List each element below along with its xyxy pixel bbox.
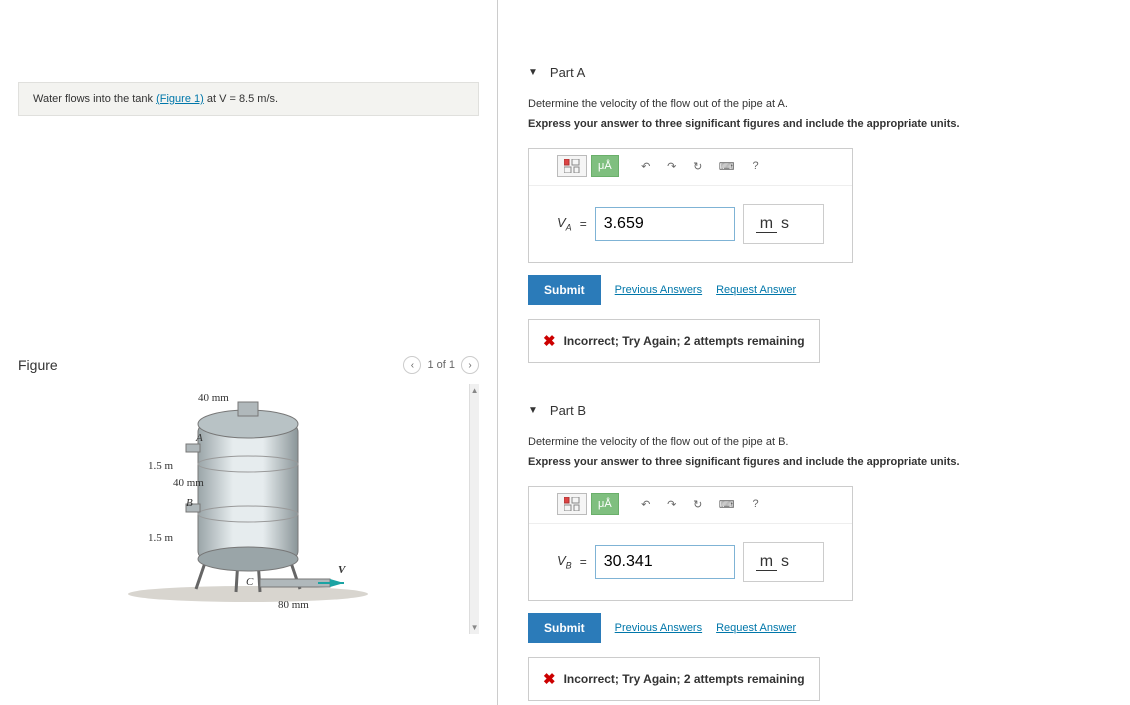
figure-image: 40 mm A 1.5 m 40 mm B 1.5 m C V 80 mm <box>18 384 469 634</box>
label-top-pipe: 40 mm <box>198 392 229 404</box>
label-C: C <box>246 576 253 588</box>
part-b-var-label: VB <box>557 553 572 571</box>
redo-icon[interactable]: ↷ <box>661 155 683 177</box>
part-b-submit-button[interactable]: Submit <box>528 613 601 643</box>
part-a-answer-block: μÅ ↶ ↷ ↻ ⌨ ? VA = ms <box>528 148 853 263</box>
keyboard-icon[interactable]: ⌨ <box>713 493 741 515</box>
part-b-header: ▼ Part B <box>528 403 1100 418</box>
problem-statement: Water flows into the tank (Figure 1) at … <box>18 82 479 116</box>
reset-icon[interactable]: ↻ <box>687 155 709 177</box>
part-a-toolbar: μÅ ↶ ↷ ↻ ⌨ ? <box>529 149 852 185</box>
part-b-previous-answers-link[interactable]: Previous Answers <box>615 622 702 634</box>
incorrect-icon: ✖ <box>543 670 556 688</box>
part-b-actions: Submit Previous Answers Request Answer <box>528 613 1100 643</box>
incorrect-icon: ✖ <box>543 332 556 350</box>
scroll-up-icon[interactable]: ▲ <box>471 384 479 397</box>
part-a-value-input[interactable] <box>595 207 735 241</box>
part-a-header: ▼ Part A <box>528 65 1100 80</box>
undo-icon[interactable]: ↶ <box>635 155 657 177</box>
label-V: V <box>338 564 345 576</box>
template-icon[interactable] <box>557 493 587 515</box>
help-icon[interactable]: ? <box>745 493 767 515</box>
collapse-icon[interactable]: ▼ <box>528 405 538 416</box>
figure-section: Figure ‹ 1 of 1 › <box>18 356 479 634</box>
problem-prefix: Water flows into the tank <box>33 93 156 105</box>
part-b-units[interactable]: ms <box>743 542 824 582</box>
part-a-var-label: VA <box>557 215 572 233</box>
label-A: A <box>196 432 203 444</box>
part-a-title: Part A <box>550 65 585 80</box>
figure-scrollbar[interactable]: ▲ ▼ <box>469 384 479 634</box>
part-a-actions: Submit Previous Answers Request Answer <box>528 275 1100 305</box>
part-a-units[interactable]: ms <box>743 204 824 244</box>
figure-prev-button[interactable]: ‹ <box>403 356 421 374</box>
part-b-question: Determine the velocity of the flow out o… <box>528 436 1100 448</box>
part-a-feedback: ✖ Incorrect; Try Again; 2 attempts remai… <box>528 319 820 363</box>
reset-icon[interactable]: ↻ <box>687 493 709 515</box>
right-panel: ▼ Part A Determine the velocity of the f… <box>498 0 1130 705</box>
scroll-down-icon[interactable]: ▼ <box>471 621 479 634</box>
undo-icon[interactable]: ↶ <box>635 493 657 515</box>
redo-icon[interactable]: ↷ <box>661 493 683 515</box>
keyboard-icon[interactable]: ⌨ <box>713 155 741 177</box>
help-icon[interactable]: ? <box>745 155 767 177</box>
equals-sign: = <box>580 217 587 231</box>
part-b-feedback-text: Incorrect; Try Again; 2 attempts remaini… <box>564 672 805 686</box>
equals-sign: = <box>580 555 587 569</box>
figure-link[interactable]: (Figure 1) <box>156 93 204 105</box>
part-a-feedback-text: Incorrect; Try Again; 2 attempts remaini… <box>564 334 805 348</box>
label-mid-pipe: 40 mm <box>173 477 204 489</box>
part-a-previous-answers-link[interactable]: Previous Answers <box>615 284 702 296</box>
part-b-instruction: Express your answer to three significant… <box>528 456 1100 468</box>
greek-icon[interactable]: μÅ <box>591 155 619 177</box>
label-height-lower: 1.5 m <box>148 532 173 544</box>
collapse-icon[interactable]: ▼ <box>528 67 538 78</box>
part-b-value-input[interactable] <box>595 545 735 579</box>
left-panel: Water flows into the tank (Figure 1) at … <box>0 0 498 705</box>
part-b-toolbar: μÅ ↶ ↷ ↻ ⌨ ? <box>529 487 852 523</box>
template-icon[interactable] <box>557 155 587 177</box>
label-height-upper: 1.5 m <box>148 460 173 472</box>
label-B: B <box>186 497 193 509</box>
part-b-request-answer-link[interactable]: Request Answer <box>716 622 796 634</box>
problem-suffix: at V = 8.5 m/s. <box>204 93 278 105</box>
figure-nav-text: 1 of 1 <box>427 359 455 371</box>
part-b-answer-block: μÅ ↶ ↷ ↻ ⌨ ? VB = ms <box>528 486 853 601</box>
figure-next-button[interactable]: › <box>461 356 479 374</box>
figure-nav: ‹ 1 of 1 › <box>403 356 479 374</box>
part-a-submit-button[interactable]: Submit <box>528 275 601 305</box>
figure-title: Figure <box>18 357 58 373</box>
part-b-feedback: ✖ Incorrect; Try Again; 2 attempts remai… <box>528 657 820 701</box>
label-bottom-pipe: 80 mm <box>278 599 309 611</box>
greek-icon[interactable]: μÅ <box>591 493 619 515</box>
part-b-title: Part B <box>550 403 586 418</box>
part-a-question: Determine the velocity of the flow out o… <box>528 98 1100 110</box>
part-a-instruction: Express your answer to three significant… <box>528 118 1100 130</box>
part-a-request-answer-link[interactable]: Request Answer <box>716 284 796 296</box>
